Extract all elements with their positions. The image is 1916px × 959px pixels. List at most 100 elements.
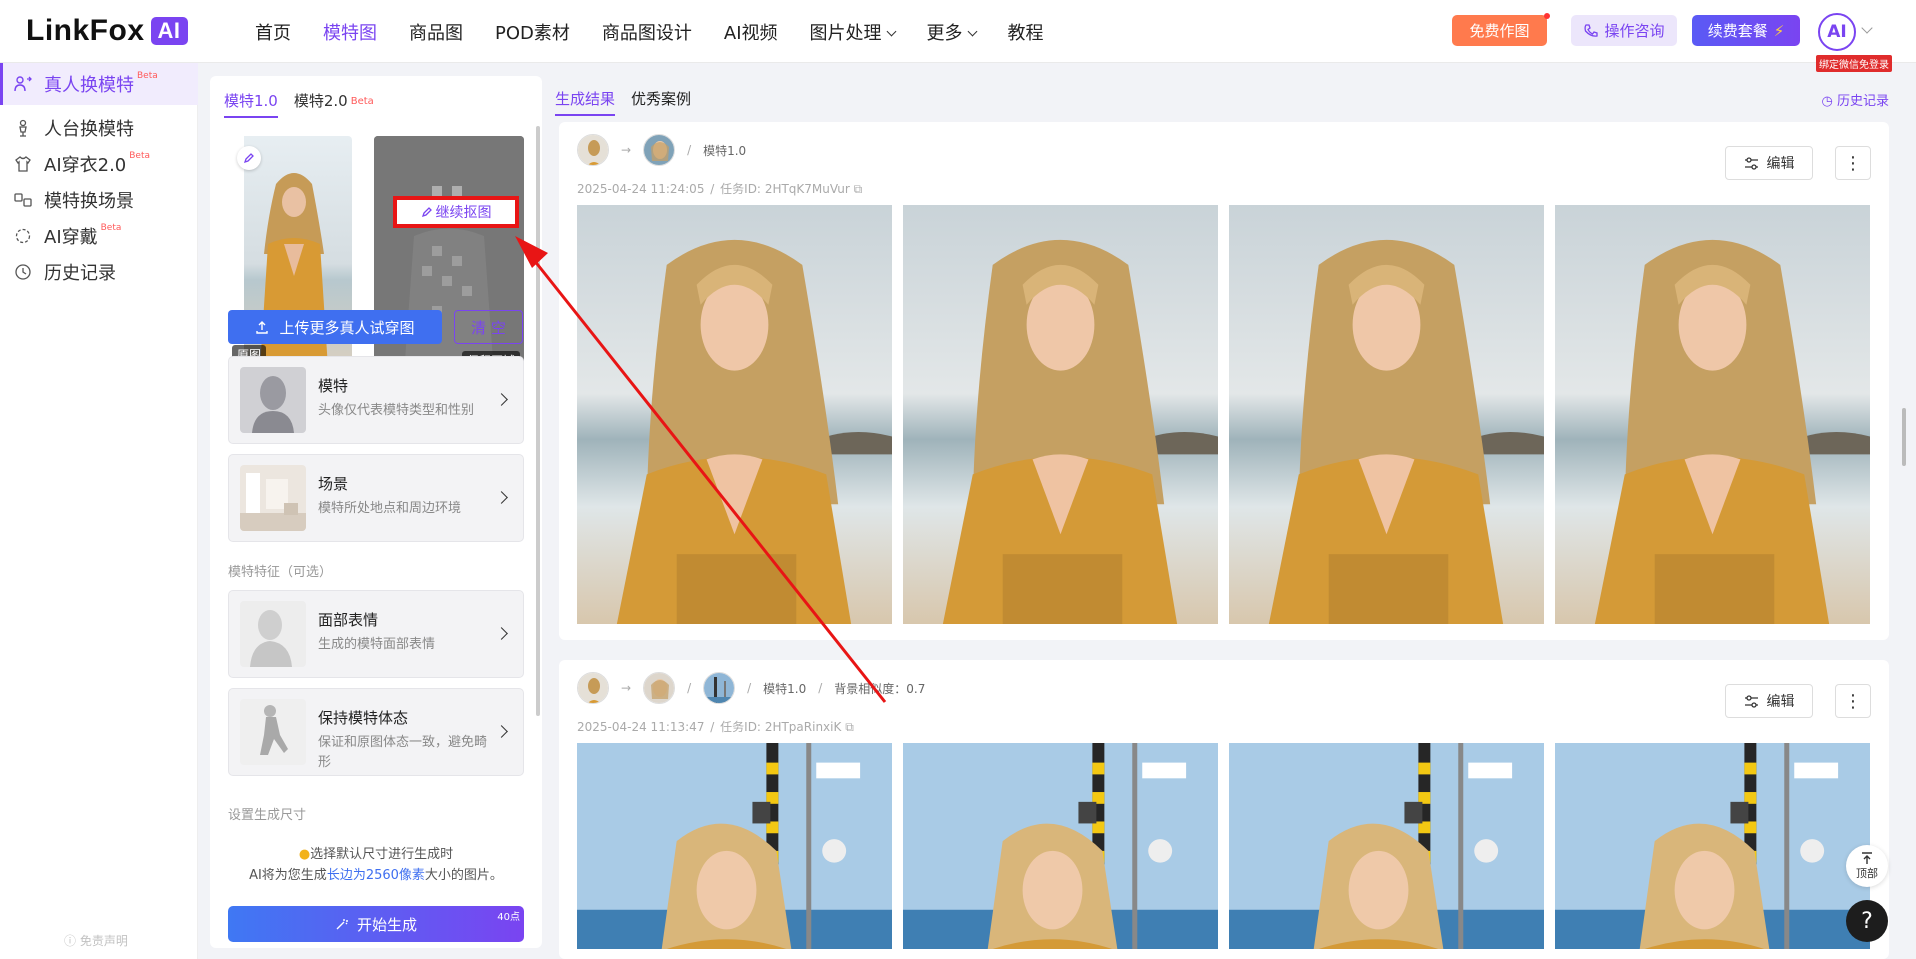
scene-thumbnail: [240, 465, 306, 531]
source-thumbnail[interactable]: [577, 672, 609, 704]
sidebar-item-label: AI穿戴: [44, 227, 98, 248]
model-version-text: 模特1.0: [763, 681, 807, 696]
result-image[interactable]: [1555, 205, 1870, 624]
continue-cutout-button[interactable]: 继续抠图: [393, 196, 519, 228]
result-image[interactable]: [1555, 743, 1870, 949]
size-section-label: 设置生成尺寸: [228, 808, 307, 823]
shirt-icon: [14, 155, 32, 173]
nav-model-image[interactable]: 模特图: [323, 19, 377, 45]
divider-slash: /: [710, 182, 715, 196]
model-version-text: 模特1.0: [703, 143, 747, 158]
chevron-down-icon[interactable]: [1861, 22, 1873, 34]
edit-label: 编辑: [1766, 156, 1795, 172]
history-link[interactable]: ◷ 历史记录: [1822, 90, 1890, 109]
back-to-top-label: 顶部: [1856, 867, 1878, 880]
main-nav: 首页 模特图 商品图 POD素材 商品图设计 AI视频 图片处理 更多 教程: [255, 19, 1076, 45]
tab-results[interactable]: 生成结果: [555, 88, 616, 116]
result-time: 2025-04-24 11:13:47: [577, 720, 705, 734]
size-tip-line2: AI将为您生成长边为2560像素大小的图片。: [210, 864, 542, 883]
more-vertical-icon: ⋮: [1844, 690, 1862, 712]
more-options-button[interactable]: ⋮: [1835, 146, 1871, 180]
model-thumbnail[interactable]: [643, 134, 676, 166]
disclaimer-link[interactable]: ⓘ 免责声明: [64, 932, 128, 949]
nav-product-image[interactable]: 商品图: [409, 19, 463, 45]
chevron-down-icon: [886, 26, 896, 37]
panel-scrollbar[interactable]: [536, 126, 540, 716]
result-image[interactable]: [1229, 743, 1544, 949]
sidebar-item-label: 真人换模特: [44, 75, 134, 96]
continue-cutout-label: 继续抠图: [435, 205, 492, 221]
swap-person-icon: [14, 75, 32, 93]
result-image[interactable]: [903, 743, 1218, 949]
tab-model-2[interactable]: 模特2.0 Beta: [294, 90, 374, 118]
card-desc: 头像仅代表模特类型和性别: [318, 403, 475, 418]
renew-plan-button[interactable]: 续费套餐 ⚡: [1692, 15, 1800, 46]
tab-model-1[interactable]: 模特1.0: [224, 90, 278, 118]
nav-more[interactable]: 更多: [927, 19, 977, 45]
nav-image-processing-label: 图片处理: [809, 23, 882, 44]
renew-label: 续费套餐: [1707, 22, 1768, 40]
copy-icon[interactable]: ⧉: [845, 720, 854, 734]
result-image[interactable]: [577, 205, 892, 624]
disclaimer-label: 免责声明: [79, 934, 128, 948]
card-desc: 模特所处地点和周边环境: [318, 501, 462, 516]
scene-thumbnail[interactable]: [703, 672, 736, 704]
history-link-label: 历史记录: [1836, 94, 1889, 109]
nav-pod[interactable]: POD素材: [495, 19, 570, 45]
main-scrollbar[interactable]: [1902, 408, 1906, 466]
model-selector-card[interactable]: 模特 头像仅代表模特类型和性别: [228, 356, 524, 444]
pencil-icon[interactable]: [237, 146, 261, 170]
result-image[interactable]: [903, 205, 1218, 624]
source-thumbnail[interactable]: [577, 134, 609, 166]
model-thumbnail[interactable]: [643, 672, 676, 704]
expression-thumbnail: [240, 601, 306, 667]
upload-more-button[interactable]: 上传更多真人试穿图: [228, 310, 442, 344]
consult-button[interactable]: 操作咨询: [1571, 15, 1677, 46]
result-image[interactable]: [1229, 205, 1544, 624]
copy-icon[interactable]: ⧉: [854, 182, 863, 196]
nav-tutorial[interactable]: 教程: [1008, 19, 1044, 45]
result-meta: → / / 模特1.0 / 背景相似度：0.7: [577, 672, 925, 704]
more-vertical-icon: ⋮: [1844, 152, 1862, 174]
sidebar-item-label: AI穿衣2.0: [44, 155, 127, 176]
beta-badge: Beta: [100, 223, 122, 233]
keep-pose-card[interactable]: 保持模特体态 保证和原图体态一致，避免畸形: [228, 688, 524, 776]
result-time: 2025-04-24 11:24:05: [577, 182, 705, 196]
more-options-button[interactable]: ⋮: [1835, 684, 1871, 718]
back-to-top-button[interactable]: 顶部: [1846, 845, 1888, 887]
sidebar-item-label: 人台换模特: [44, 119, 134, 140]
facial-expression-card[interactable]: 面部表情 生成的模特面部表情: [228, 590, 524, 678]
lightbulb-icon: ●: [298, 847, 311, 862]
avatar[interactable]: AI: [1818, 13, 1856, 51]
config-panel: 模特1.0 模特2.0 Beta 原图 继续抠图 上传更多真人试穿图 清 空 模…: [210, 76, 542, 948]
logo[interactable]: LinkFox AI: [26, 14, 188, 48]
sidebar-item-real-person-model[interactable]: 真人换模特 Beta: [0, 63, 198, 105]
task-id-value: 2HTpaRinxiK: [764, 720, 842, 734]
tip2-highlight: 长边为2560像素: [326, 868, 425, 883]
edit-button[interactable]: 编辑: [1725, 146, 1813, 180]
help-button[interactable]: ?: [1846, 900, 1888, 942]
divider-slash: /: [818, 681, 823, 695]
clear-button[interactable]: 清 空: [454, 310, 523, 344]
sidebar-item-label: 模特换场景: [44, 191, 134, 212]
start-generate-label: 开始生成: [356, 915, 417, 934]
result-image[interactable]: [577, 743, 892, 949]
nav-product-design[interactable]: 商品图设计: [602, 19, 692, 45]
model-version-tabs: 模特1.0 模特2.0 Beta: [224, 90, 374, 118]
edit-button[interactable]: 编辑: [1725, 684, 1813, 718]
nav-home[interactable]: 首页: [255, 19, 291, 45]
card-title: 模特: [318, 377, 349, 395]
nav-ai-video[interactable]: AI视频: [724, 19, 778, 45]
free-draw-button[interactable]: 免费作图: [1452, 13, 1550, 46]
tip2-suffix: 大小的图片。: [424, 868, 503, 883]
sidebar-item-history[interactable]: 历史记录: [0, 251, 198, 293]
scene-selector-card[interactable]: 场景 模特所处地点和周边环境: [228, 454, 524, 542]
clock-icon: [14, 263, 32, 281]
model-thumbnail: [240, 367, 306, 433]
tab-cases[interactable]: 优秀案例: [631, 88, 691, 116]
generate-cost: 40点: [497, 912, 520, 923]
bind-wechat-badge[interactable]: 绑定微信免登录: [1816, 55, 1892, 72]
card-title: 保持模特体态: [318, 709, 409, 727]
start-generate-button[interactable]: 开始生成 40点: [228, 906, 524, 942]
nav-image-processing[interactable]: 图片处理: [809, 19, 896, 45]
